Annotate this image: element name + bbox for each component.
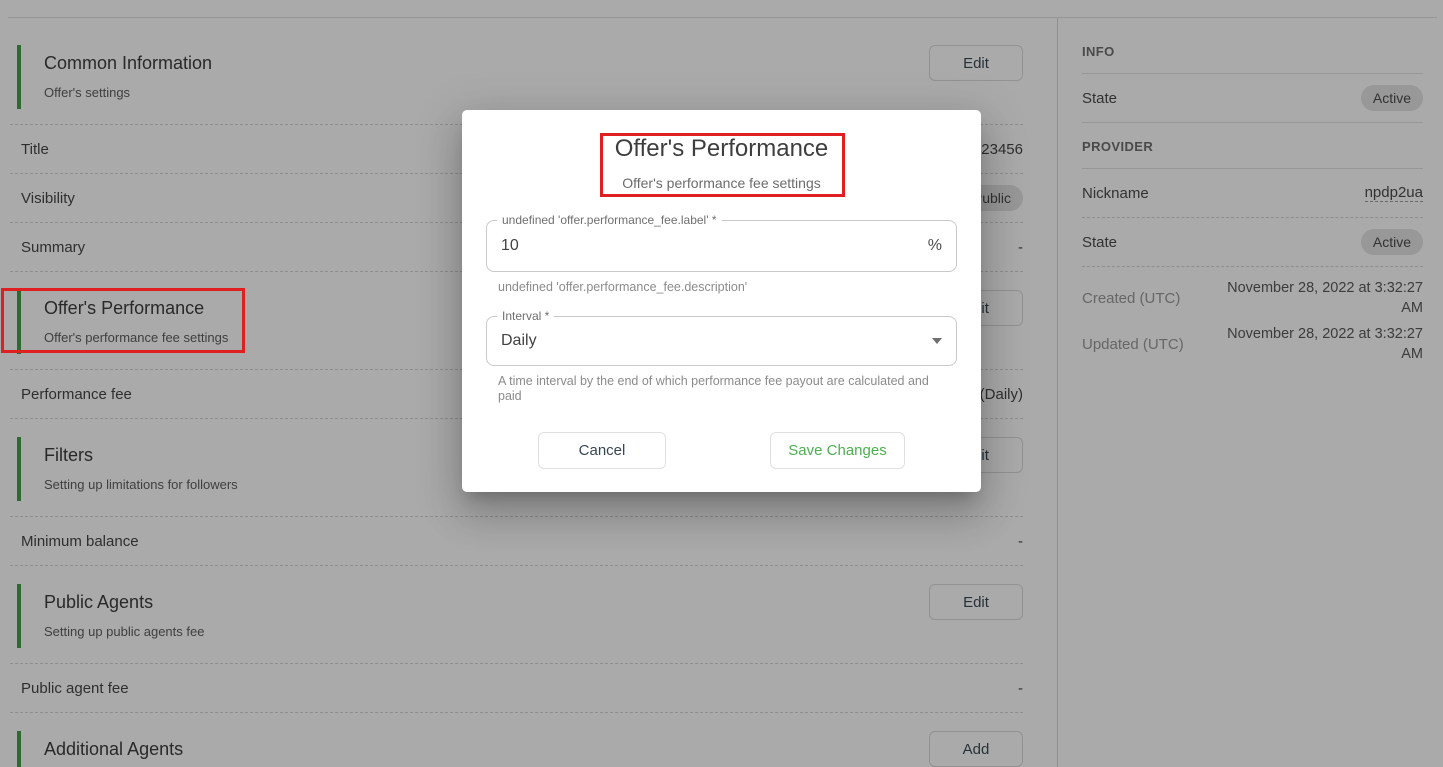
annotation-box-offers-performance-section: [1, 288, 245, 353]
interval-selected-value: Daily: [501, 332, 932, 350]
performance-fee-input[interactable]: [501, 237, 928, 255]
performance-fee-field: undefined 'offer.performance_fee.label' …: [486, 220, 957, 272]
annotation-box-dialog-title: [600, 133, 845, 197]
interval-select[interactable]: Interval * Daily: [486, 316, 957, 366]
cancel-button[interactable]: Cancel: [538, 432, 666, 469]
interval-select-label: Interval *: [497, 309, 554, 323]
offer-settings-page: Common Information Offer's settings Edit…: [0, 0, 1443, 767]
performance-fee-helper-text: undefined 'offer.performance_fee.descrip…: [498, 280, 938, 295]
performance-fee-field-label: undefined 'offer.performance_fee.label' …: [497, 213, 722, 227]
interval-helper-text: A time interval by the end of which perf…: [498, 374, 938, 404]
percent-suffix: %: [928, 237, 942, 255]
dialog-actions: Cancel Save Changes: [486, 432, 957, 469]
save-changes-button[interactable]: Save Changes: [770, 432, 905, 469]
dropdown-arrow-icon[interactable]: [932, 338, 942, 344]
